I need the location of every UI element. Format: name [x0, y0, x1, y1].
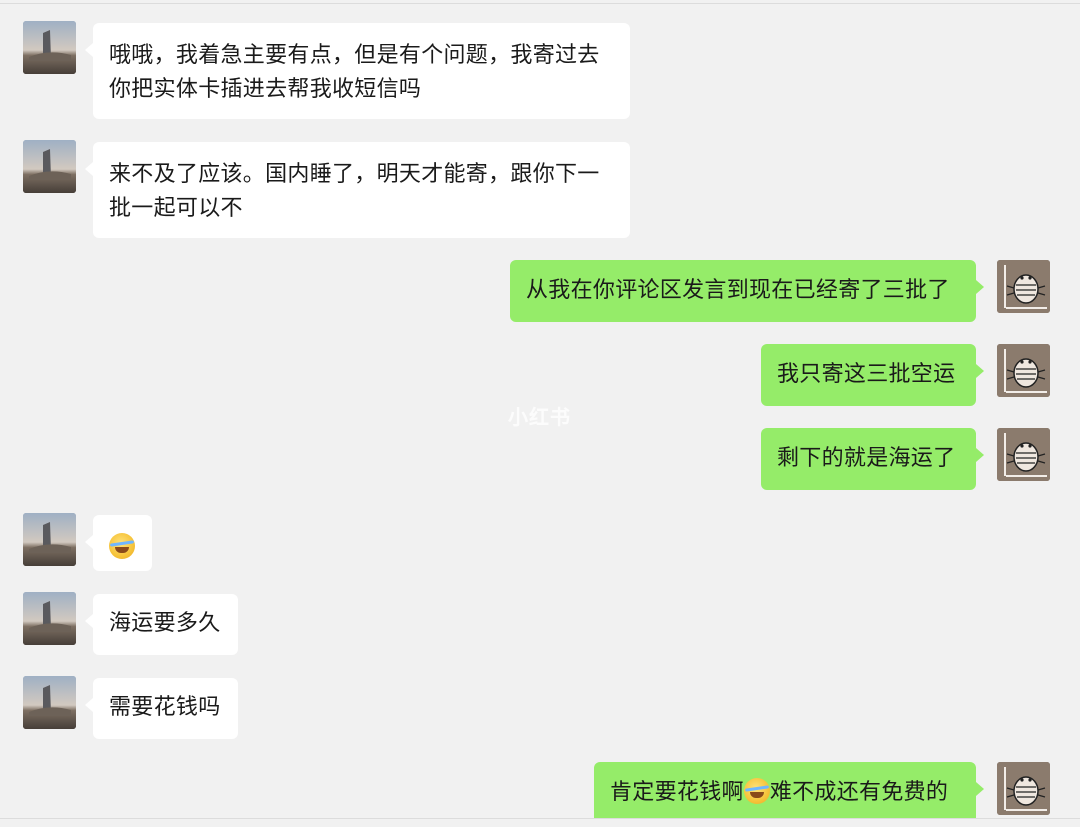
message-text-line: 批一起可以不 — [109, 196, 243, 221]
building-photo-icon — [23, 676, 76, 729]
contact-avatar[interactable] — [23, 513, 76, 566]
contact-avatar[interactable] — [23, 592, 76, 645]
message-text: 需要花钱吗 — [109, 695, 221, 720]
message-text-line: 来不及了应该。国内睡了，明天才能寄，跟你下一 — [109, 162, 600, 187]
message-bubble-received[interactable]: 哦哦，我着急主要有点，但是有个问题，我寄过去 你把实体卡插进去帮我收短信吗 — [85, 23, 630, 119]
bug-drawing-icon — [997, 428, 1050, 481]
message-bubble-received[interactable]: 需要花钱吗 — [85, 678, 238, 739]
laughing-crying-emoji-icon — [743, 778, 770, 804]
message-text: 从我在你评论区发言到现在已经寄了三批了 — [526, 278, 950, 303]
message-text: 剩下的就是海运了 — [777, 446, 956, 471]
message-text-line: 你把实体卡插进去帮我收短信吗 — [109, 77, 422, 102]
building-photo-icon — [23, 513, 76, 566]
building-photo-icon — [23, 140, 76, 193]
message-bubble-sent[interactable]: 肯定要花钱啊 难不成还有免费的 — [594, 762, 984, 818]
contact-avatar[interactable] — [23, 21, 76, 74]
self-avatar[interactable] — [997, 344, 1050, 397]
building-photo-icon — [23, 592, 76, 645]
message-text-after: 难不成还有免费的 — [769, 780, 949, 805]
bug-drawing-icon — [997, 344, 1050, 397]
message-bubble-received[interactable]: 海运要多久 — [85, 594, 238, 655]
bug-drawing-icon — [997, 762, 1050, 815]
message-text: 海运要多久 — [109, 611, 221, 636]
message-bubble-sent[interactable]: 从我在你评论区发言到现在已经寄了三批了 — [510, 260, 984, 322]
message-text: 肯定要花钱啊 难不成还有免费的 — [610, 775, 960, 810]
self-avatar[interactable] — [997, 762, 1050, 815]
contact-avatar[interactable] — [23, 676, 76, 729]
contact-avatar[interactable] — [23, 140, 76, 193]
watermark-logo: 小红书 — [508, 405, 571, 429]
bug-drawing-icon — [997, 260, 1050, 313]
message-bubble-sent[interactable]: 剩下的就是海运了 — [761, 428, 984, 490]
self-avatar[interactable] — [997, 428, 1050, 481]
message-text: 我只寄这三批空运 — [777, 362, 956, 387]
message-bubble-received[interactable]: 来不及了应该。国内睡了，明天才能寄，跟你下一 批一起可以不 — [85, 142, 630, 238]
top-divider — [0, 3, 1080, 4]
laughing-crying-emoji-icon — [109, 533, 135, 559]
message-text-line: 哦哦，我着急主要有点，但是有个问题，我寄过去 — [109, 43, 600, 68]
message-bubble-received[interactable] — [85, 515, 152, 571]
message-bubble-sent[interactable]: 我只寄这三批空运 — [761, 344, 984, 406]
building-photo-icon — [23, 21, 76, 74]
bottom-divider — [0, 818, 1080, 819]
message-text-before: 肯定要花钱啊 — [610, 780, 744, 805]
self-avatar[interactable] — [997, 260, 1050, 313]
